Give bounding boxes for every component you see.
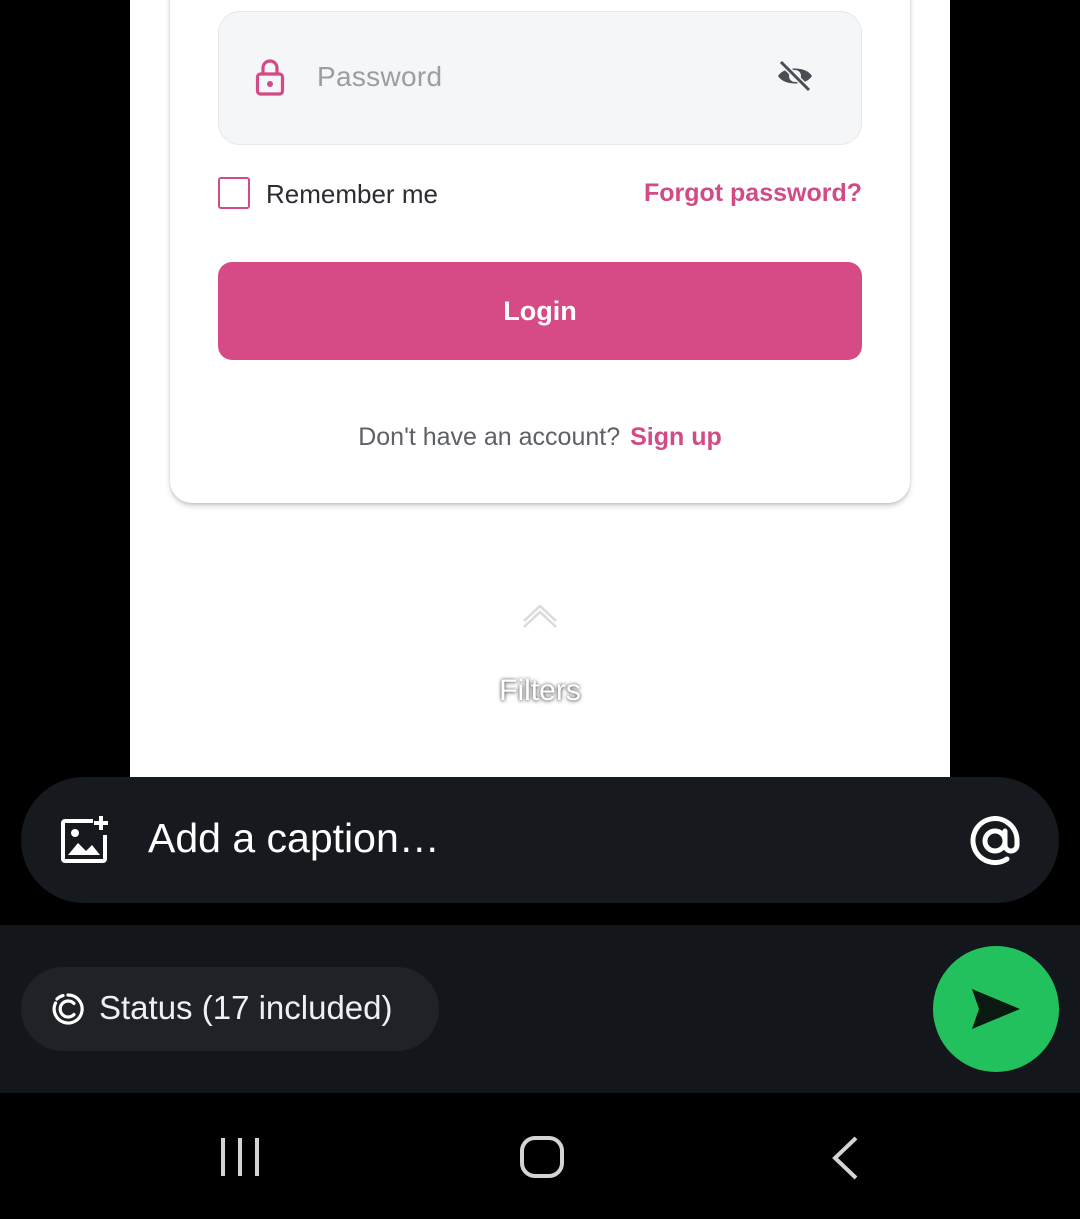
signup-prompt: Don't have an account?: [358, 423, 621, 451]
status-audience-chip[interactable]: Status (17 included): [21, 967, 439, 1051]
add-image-icon[interactable]: [59, 815, 111, 865]
password-field[interactable]: Password: [218, 11, 862, 145]
remember-me-label: Remember me: [266, 179, 438, 209]
chevron-up-icon[interactable]: [520, 605, 560, 629]
eye-off-icon[interactable]: [775, 58, 815, 94]
signup-link[interactable]: Sign up: [630, 423, 722, 451]
remember-me-checkbox[interactable]: [218, 177, 250, 209]
mention-icon[interactable]: [967, 813, 1023, 869]
lock-icon: [255, 59, 285, 96]
login-card: Password Remember me Forgot password? Lo…: [170, 0, 910, 503]
recents-icon[interactable]: [219, 1136, 263, 1178]
home-icon[interactable]: [519, 1135, 565, 1179]
login-button[interactable]: Login: [218, 262, 862, 360]
caption-bar: Add a caption…: [21, 777, 1059, 903]
caption-input[interactable]: Add a caption…: [148, 815, 440, 862]
send-button[interactable]: [933, 946, 1059, 1072]
signup-row: Don't have an account? Sign up: [170, 423, 910, 452]
action-bar: Status (17 included): [0, 925, 1080, 1093]
password-placeholder: Password: [317, 61, 443, 92]
image-preview: Password Remember me Forgot password? Lo…: [130, 0, 950, 777]
status-label: Status (17 included): [99, 989, 393, 1026]
filters-label[interactable]: Filters: [130, 674, 950, 708]
login-button-label: Login: [503, 295, 577, 326]
status-icon: [52, 993, 84, 1025]
screen: Password Remember me Forgot password? Lo…: [0, 0, 1080, 1219]
system-nav-bar: [0, 1093, 1080, 1219]
back-icon[interactable]: [830, 1135, 860, 1181]
send-icon: [972, 989, 1020, 1029]
forgot-password-link[interactable]: Forgot password?: [644, 179, 862, 208]
